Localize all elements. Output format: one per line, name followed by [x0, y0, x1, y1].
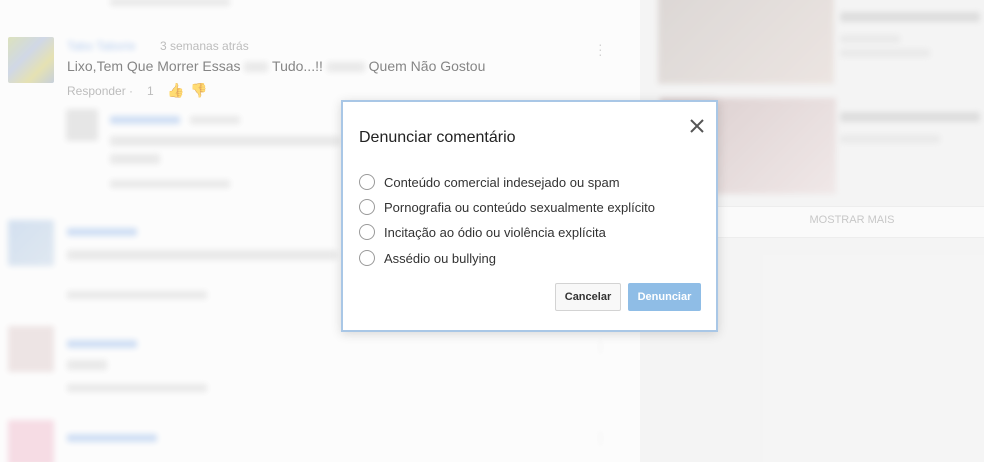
option-hate-violence[interactable]: Incitação ao ódio ou violência explícita	[359, 221, 606, 243]
close-icon[interactable]	[687, 116, 707, 136]
option-label: Assédio ou bullying	[384, 250, 497, 266]
option-label: Pornografia ou conteúdo sexualmente expl…	[384, 199, 656, 215]
option-harassment[interactable]: Assédio ou bullying	[359, 247, 496, 269]
cancel-button[interactable]: Cancelar	[555, 283, 621, 311]
option-pornography[interactable]: Pornografia ou conteúdo sexualmente expl…	[359, 196, 655, 218]
option-spam[interactable]: Conteúdo comercial indesejado ou spam	[359, 171, 620, 193]
radio-button[interactable]	[359, 199, 375, 215]
radio-button[interactable]	[359, 224, 375, 240]
page: Tabo Taborie 3 semanas atrás · · · Lixo,Te…	[0, 0, 984, 462]
radio-button[interactable]	[359, 250, 375, 266]
report-comment-dialog: Denunciar comentário Conteúdo comercial …	[341, 100, 718, 332]
option-label: Conteúdo comercial indesejado ou spam	[384, 174, 620, 190]
report-button[interactable]: Denunciar	[628, 283, 701, 311]
radio-button[interactable]	[359, 174, 375, 190]
option-label: Incitação ao ódio ou violência explícita	[384, 224, 606, 240]
dialog-title: Denunciar comentário	[359, 129, 516, 146]
